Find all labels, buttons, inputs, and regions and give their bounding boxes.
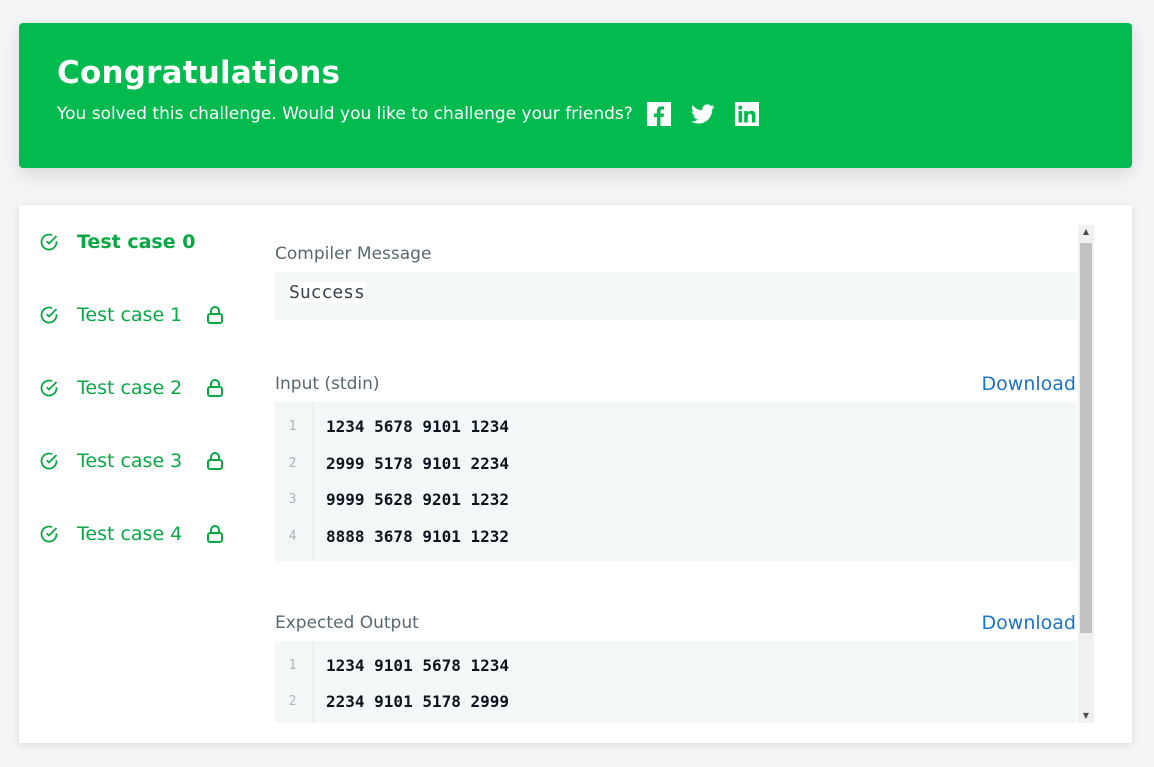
scroll-down-arrow[interactable]: ▼ (1078, 709, 1094, 723)
expected-download-link[interactable]: Download (982, 612, 1076, 634)
linkedin-icon[interactable] (734, 102, 759, 126)
banner-title: Congratulations (57, 55, 341, 91)
code-line: 1234 5678 9101 1234 (326, 416, 510, 436)
test-case-item[interactable]: Test case 0 (39, 225, 259, 259)
test-case-label: Test case 2 (77, 377, 183, 399)
compiler-message-box: Success (275, 272, 1076, 320)
vertical-scrollbar[interactable]: ▲ ▼ (1078, 225, 1094, 723)
banner-subtitle: You solved this challenge. Would you lik… (57, 104, 633, 124)
input-lines: 1234 5678 9101 1234 2999 5178 9101 2234 99… (314, 402, 509, 561)
line-number: 1 (288, 418, 297, 434)
check-circle-icon (39, 378, 59, 398)
test-case-label: Test case 4 (77, 523, 183, 545)
input-title: Input (stdin) (275, 374, 380, 394)
social-share (646, 102, 779, 126)
line-number: 1 (288, 657, 297, 673)
line-numbers: 12 (275, 640, 314, 723)
expected-code-block: 12 1234 9101 5678 1234 2234 9101 5178 299… (275, 640, 1076, 723)
check-circle-icon (39, 451, 59, 471)
line-number: 4 (288, 528, 297, 544)
code-line: 8888 3678 9101 1232 (326, 526, 510, 546)
test-case-item[interactable]: Test case 3 (39, 444, 259, 478)
test-case-label: Test case 1 (77, 304, 183, 326)
check-circle-icon (39, 524, 59, 544)
lock-icon (206, 451, 224, 471)
test-case-item[interactable]: Test case 1 (39, 298, 259, 332)
test-case-item[interactable]: Test case 2 (39, 371, 259, 405)
test-case-label: Test case 0 (77, 231, 196, 253)
line-number: 3 (288, 492, 297, 508)
check-circle-icon (39, 232, 59, 252)
test-case-details: Compiler Message Success Input (stdin) D… (275, 225, 1076, 723)
lock-icon (206, 305, 224, 325)
congratulations-banner: Congratulations You solved this challeng… (19, 23, 1132, 168)
code-line: 2234 9101 5178 2999 (326, 692, 510, 712)
lock-icon (206, 378, 224, 398)
results-panel: Test case 0 Test case 1 Test case 2 Test ca… (19, 205, 1132, 743)
test-case-label: Test case 3 (77, 450, 183, 472)
code-line: 1234 9101 5678 1234 (326, 655, 510, 675)
expected-output-title: Expected Output (275, 612, 419, 633)
compiler-message: Success (288, 282, 366, 303)
expected-lines: 1234 9101 5678 1234 2234 9101 5178 2999 (314, 641, 509, 723)
compiler-message-title: Compiler Message (275, 244, 432, 264)
scroll-up-arrow[interactable]: ▲ (1078, 225, 1094, 239)
lock-icon (206, 524, 224, 544)
facebook-icon[interactable] (646, 102, 671, 126)
check-circle-icon (39, 305, 59, 325)
input-download-link[interactable]: Download (982, 373, 1076, 395)
twitter-icon[interactable] (690, 102, 715, 126)
line-number: 2 (288, 455, 297, 471)
test-case-item[interactable]: Test case 4 (39, 517, 259, 551)
input-code-block: 1 2 3 4 1234 5678 9101 1234 2999 5178 9101 2… (275, 402, 1076, 561)
line-numbers: 1 2 3 4 (275, 402, 314, 561)
code-line: 9999 5628 9201 1232 (326, 490, 510, 510)
test-case-list: Test case 0 Test case 1 Test case 2 Test ca… (39, 225, 259, 590)
scrollbar-thumb[interactable] (1080, 243, 1092, 633)
line-number: 2 (288, 694, 297, 710)
code-line: 2999 5178 9101 2234 (326, 453, 510, 473)
